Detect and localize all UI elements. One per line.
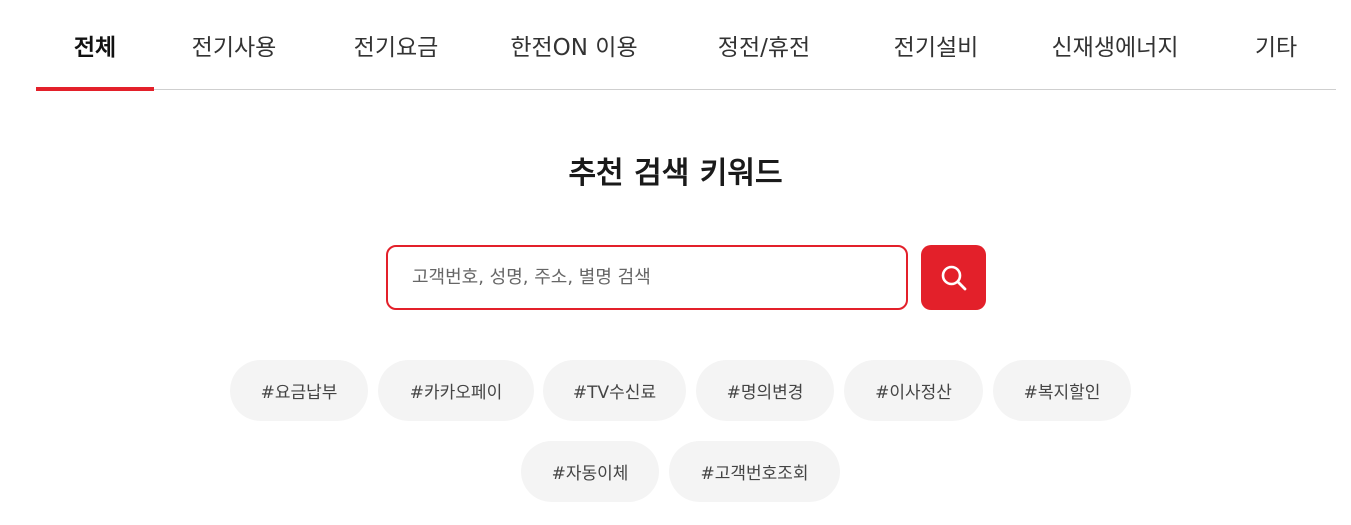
search-icon [941, 265, 966, 290]
tab-electrical-equipment[interactable]: 전기설비 [876, 0, 996, 90]
category-tabs: 전체 전기사용 전기요금 한전ON 이용 정전/휴전 전기설비 신재생에너지 기… [36, 0, 1336, 91]
keyword-chip[interactable]: #TV수신료 [543, 360, 686, 421]
keyword-chip[interactable]: #카카오페이 [378, 360, 534, 421]
keyword-chip[interactable]: #요금납부 [230, 360, 368, 421]
keyword-chip[interactable]: #이사정산 [844, 360, 983, 421]
tab-power-outage[interactable]: 정전/휴전 [704, 0, 824, 90]
tab-all[interactable]: 전체 [36, 0, 154, 91]
tab-electricity-usage[interactable]: 전기사용 [174, 0, 294, 90]
keyword-chip[interactable]: #자동이체 [521, 441, 659, 502]
search-button[interactable] [921, 245, 986, 310]
tab-electricity-rates[interactable]: 전기요금 [336, 0, 456, 90]
keyword-chip[interactable]: #명의변경 [696, 360, 834, 421]
search-input[interactable] [386, 245, 908, 310]
tab-renewable-energy[interactable]: 신재생에너지 [1040, 0, 1190, 90]
section-title: 추천 검색 키워드 [568, 156, 783, 191]
search-bar [386, 245, 986, 310]
tab-kepco-on[interactable]: 한전ON 이용 [500, 0, 648, 90]
tab-etc[interactable]: 기타 [1240, 0, 1312, 90]
keyword-chip[interactable]: #고객번호조회 [669, 441, 840, 502]
keyword-chip[interactable]: #복지할인 [993, 360, 1131, 421]
